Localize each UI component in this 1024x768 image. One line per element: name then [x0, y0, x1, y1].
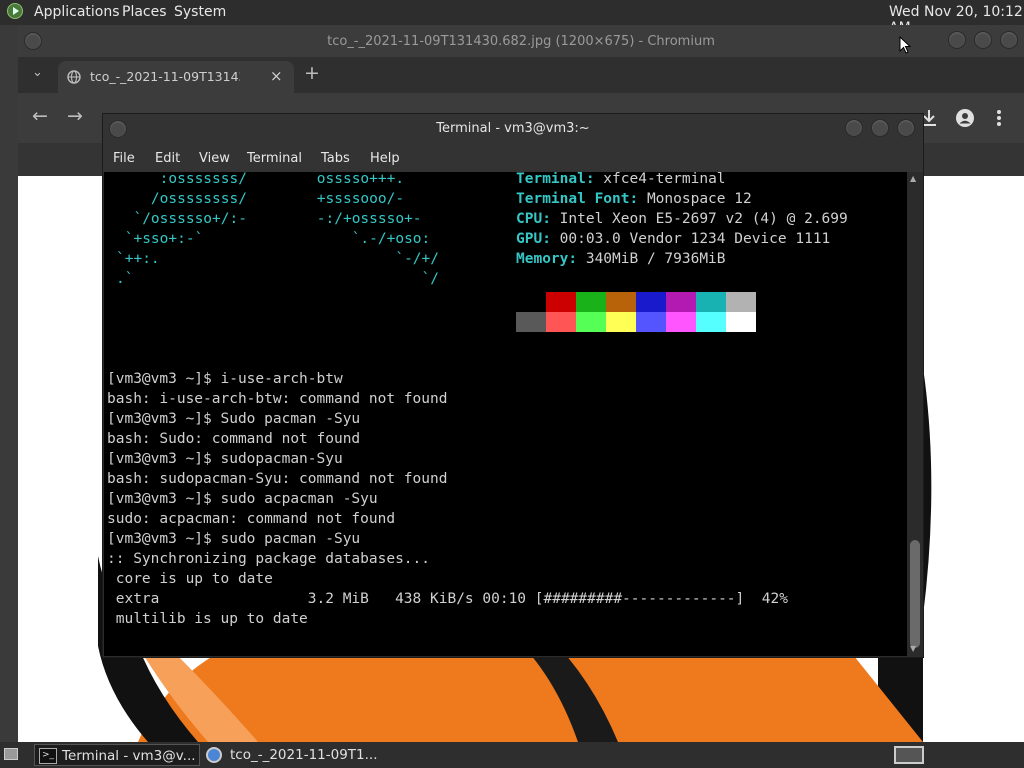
show-desktop-icon[interactable] — [4, 748, 18, 760]
terminal-line: bash: sudopacman-Syu: command not found — [107, 471, 448, 487]
palette-swatch — [666, 312, 696, 332]
terminal-line: [vm3@vm3 ~]$ Sudo pacman -Syu — [107, 411, 361, 427]
info-cpu: CPU: Intel Xeon E5-2697 v2 (4) @ 2.699 — [516, 211, 848, 227]
menu-help[interactable]: Help — [370, 151, 400, 166]
terminal-icon: >_ — [39, 748, 57, 764]
terminal-line: extra 3.2 MiB 438 KiB/s 00:10 [#########… — [107, 591, 788, 607]
back-arrow-icon[interactable]: ← — [32, 105, 48, 127]
chromium-titlebar[interactable]: tco_-_2021-11-09T131430.682.jpg (1200×67… — [18, 25, 1024, 57]
logo-line: .` `/ — [116, 271, 440, 287]
terminal-scrollbar[interactable]: ▲ ▼ — [907, 172, 923, 656]
palette-swatch — [696, 312, 726, 332]
palette-swatch — [516, 312, 546, 332]
terminal-line: core is up to date — [107, 571, 273, 587]
palette-swatch — [576, 312, 606, 332]
chromium-window-title: tco_-_2021-11-09T131430.682.jpg (1200×67… — [327, 34, 715, 49]
info-terminal: Terminal: xfce4-terminal — [516, 172, 726, 187]
menu-tabs[interactable]: Tabs — [321, 151, 350, 166]
info-gpu: GPU: 00:03.0 Vendor 1234 Device 1111 — [516, 231, 831, 247]
maximize-button[interactable] — [871, 119, 889, 137]
terminal-output[interactable]: :osssssss/ osssso+++. /ossssssss/ +sssso… — [104, 172, 907, 656]
globe-icon — [67, 70, 81, 84]
taskbar-item-terminal[interactable]: >_ Terminal - vm3@v... — [34, 744, 200, 766]
terminal-window-title: Terminal - vm3@vm3:~ — [436, 121, 590, 136]
more-menu-icon[interactable] — [996, 109, 1002, 127]
menu-places[interactable]: Places — [122, 4, 167, 20]
palette-swatch — [666, 292, 696, 312]
new-tab-button[interactable]: + — [304, 62, 320, 84]
menu-file[interactable]: File — [113, 151, 135, 166]
terminal-line: :: Synchronizing package databases... — [107, 551, 431, 567]
menu-system[interactable]: System — [174, 4, 226, 20]
workspace-switcher[interactable] — [894, 746, 924, 764]
terminal-line: [vm3@vm3 ~]$ sudo acpacman -Syu — [107, 491, 378, 507]
terminal-line: bash: Sudo: command not found — [107, 431, 361, 447]
palette-swatch — [516, 292, 546, 312]
taskbar-item-label: tco_-_2021-11-09T1... — [230, 747, 378, 763]
menu-applications[interactable]: Applications — [34, 4, 120, 20]
distro-logo-icon[interactable] — [7, 3, 23, 19]
profile-icon[interactable] — [955, 108, 975, 128]
tab-title: tco_-_2021-11-09T131430.682.jpg — [90, 69, 240, 84]
palette-swatch — [636, 312, 666, 332]
close-button[interactable] — [897, 119, 915, 137]
terminal-line: [vm3@vm3 ~]$ sudopacman-Syu — [107, 451, 343, 467]
tab-close-icon[interactable]: × — [270, 67, 283, 85]
palette-swatch — [606, 312, 636, 332]
maximize-button[interactable] — [974, 31, 992, 49]
palette-swatch — [636, 292, 666, 312]
terminal-menubar: File Edit View Terminal Tabs Help — [103, 144, 923, 172]
taskbar-item-chromium[interactable]: tco_-_2021-11-09T1... — [204, 744, 394, 766]
taskbar: >_ Terminal - vm3@v... tco_-_2021-11-09T… — [0, 742, 1024, 768]
minimize-button[interactable] — [948, 31, 966, 49]
palette-swatch — [606, 292, 636, 312]
info-terminal-font: Terminal Font: Monospace 12 — [516, 191, 752, 207]
terminal-titlebar[interactable]: Terminal - vm3@vm3:~ — [103, 114, 923, 144]
menu-terminal[interactable]: Terminal — [247, 151, 302, 166]
menu-edit[interactable]: Edit — [155, 151, 180, 166]
tab-search-chevron-icon[interactable]: ⌄ — [32, 65, 43, 80]
browser-tab[interactable]: tco_-_2021-11-09T131430.682.jpg × — [58, 61, 294, 93]
close-button[interactable] — [1000, 31, 1018, 49]
taskbar-item-label: Terminal - vm3@v... — [62, 748, 196, 764]
logo-line: :osssssss/ osssso+++. — [116, 172, 405, 187]
palette-swatch — [726, 312, 756, 332]
terminal-line: bash: i-use-arch-btw: command not found — [107, 391, 448, 407]
palette-swatch — [546, 312, 576, 332]
chromium-icon — [206, 747, 222, 763]
scroll-up-icon[interactable]: ▲ — [910, 174, 916, 183]
palette-swatch — [726, 292, 756, 312]
mouse-cursor-icon — [899, 36, 912, 54]
info-memory: Memory: 340MiB / 7936MiB — [516, 251, 726, 267]
tab-strip: ⌄ tco_-_2021-11-09T131430.682.jpg × + — [18, 57, 1024, 93]
forward-arrow-icon[interactable]: → — [67, 105, 83, 127]
terminal-window: Terminal - vm3@vm3:~ File Edit View Term… — [102, 113, 924, 658]
terminal-line: [vm3@vm3 ~]$ sudo pacman -Syu — [107, 531, 361, 547]
menu-view[interactable]: View — [199, 151, 230, 166]
logo-line: `/ossssso+/:- -:/+osssso+- — [116, 211, 422, 227]
terminal-line: multilib is up to date — [107, 611, 308, 627]
terminal-line: sudo: acpacman: command not found — [107, 511, 396, 527]
scroll-down-icon[interactable]: ▼ — [910, 644, 916, 653]
palette-swatch — [546, 292, 576, 312]
logo-line: `+sso+:-` `.-/+oso: — [116, 231, 431, 247]
palette-swatch — [576, 292, 606, 312]
logo-line: /ossssssss/ +ssssooo/- — [116, 191, 405, 207]
palette-swatch — [696, 292, 726, 312]
scrollbar-thumb[interactable] — [910, 540, 920, 648]
logo-line: `++:. `-/+/ — [116, 251, 440, 267]
top-panel: Applications Places System Wed Nov 20, 1… — [0, 0, 1024, 36]
terminal-line: [vm3@vm3 ~]$ i-use-arch-btw — [107, 371, 343, 387]
minimize-button[interactable] — [845, 119, 863, 137]
